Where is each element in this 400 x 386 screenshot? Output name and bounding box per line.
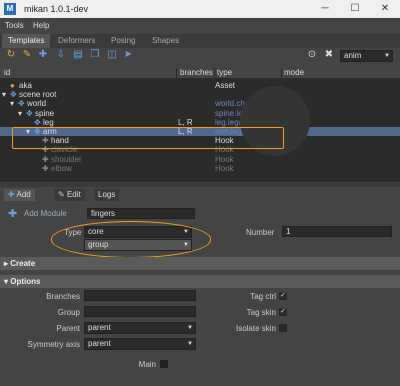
tree-header: id branches type mode bbox=[0, 66, 400, 80]
tree-row[interactable]: ✚ elbow Hook bbox=[0, 164, 400, 173]
title-bar: M mikan 1.0.1-dev ─ ☐ ✕ bbox=[0, 0, 400, 18]
tab-edit[interactable]: ✎ Edit bbox=[54, 189, 85, 201]
isolate-skin-checkbox[interactable] bbox=[279, 324, 287, 332]
minimize-button[interactable]: ─ bbox=[310, 0, 340, 18]
highlight-box bbox=[12, 127, 284, 149]
module-icon: ✥ bbox=[18, 99, 25, 109]
tab-posing[interactable]: Posing bbox=[105, 34, 141, 48]
expand-arrow-icon[interactable]: ▾ bbox=[18, 109, 22, 118]
symmetry-axis-label: Symmetry axis bbox=[27, 340, 80, 349]
tree-row-branches: L, R bbox=[178, 117, 193, 127]
tab-templates[interactable]: Templates bbox=[2, 34, 51, 48]
tree-row[interactable]: ▾ ✥ scene root bbox=[0, 90, 400, 99]
module-icon: ✥ bbox=[34, 117, 41, 127]
duplicate-icon[interactable]: ❐ bbox=[89, 49, 101, 61]
asset-icon: ● bbox=[10, 81, 15, 90]
tree-row[interactable]: ✚ shoulder Hook bbox=[0, 155, 400, 164]
tree-row-id: shoulder bbox=[51, 154, 82, 164]
select-icon[interactable]: ➤ bbox=[122, 49, 134, 61]
tag-skin-label: Tag skin bbox=[246, 308, 276, 317]
tab-shapes[interactable]: Shapes bbox=[146, 34, 185, 48]
chevron-down-icon: ▼ bbox=[384, 53, 390, 59]
tab-add[interactable]: ✚ Add bbox=[4, 189, 35, 201]
tree-row-type: Asset bbox=[215, 81, 236, 90]
hook-node-icon: ✚ bbox=[42, 154, 49, 164]
tree-row-id: leg bbox=[43, 117, 54, 127]
parent-select[interactable]: parent ▼ bbox=[84, 322, 196, 334]
close-button[interactable]: ✕ bbox=[370, 0, 400, 18]
group-input[interactable] bbox=[84, 306, 196, 317]
tree-row-id: spine bbox=[35, 108, 55, 118]
column-mode[interactable]: mode bbox=[284, 68, 304, 77]
tree-row[interactable]: ✥ leg L, Rleg.legacy bbox=[0, 118, 400, 127]
number-label: Number bbox=[246, 228, 275, 237]
app-icon: M bbox=[4, 3, 16, 15]
tree-row-type: Hook bbox=[215, 163, 234, 173]
menu-bar: Tools Help bbox=[0, 18, 400, 34]
tree-row[interactable]: ▾ ✥ world world.character bbox=[0, 99, 400, 108]
group-label: Group bbox=[57, 308, 80, 317]
tag-ctrl-label: Tag ctrl bbox=[250, 292, 276, 301]
expand-arrow-icon: ▸ bbox=[4, 259, 9, 268]
template-tree: ● aka Asset ▾ ✥ scene root ▾ ✥ world world.charac… bbox=[0, 66, 400, 182]
expand-arrow-icon[interactable]: ▾ bbox=[10, 99, 14, 108]
tree-row-id: aka bbox=[19, 81, 32, 90]
branches-label: Branches bbox=[46, 292, 80, 301]
parent-label: Parent bbox=[56, 324, 80, 333]
number-input[interactable]: 1 bbox=[282, 226, 392, 237]
tree-row[interactable]: ▾ ✥ spine spine.legacy bbox=[0, 109, 400, 118]
section-options[interactable]: ▾ Options bbox=[0, 275, 400, 288]
tree-row[interactable]: ● aka Asset bbox=[0, 81, 400, 90]
column-branches[interactable]: branches bbox=[180, 68, 213, 77]
export-icon[interactable]: ▤ bbox=[72, 49, 84, 61]
tree-row-type: Hook bbox=[215, 154, 234, 164]
collapse-arrow-icon: ▾ bbox=[4, 277, 9, 286]
tree-row-id: scene root bbox=[19, 90, 57, 100]
hook-icon[interactable]: ⊙ bbox=[306, 49, 318, 61]
add-module-label: Add Module bbox=[24, 209, 67, 218]
brush-icon[interactable]: ✎ bbox=[21, 49, 33, 61]
branches-input[interactable] bbox=[84, 290, 196, 301]
menu-help[interactable]: Help bbox=[33, 21, 49, 30]
tools-icon[interactable]: ✖ bbox=[323, 49, 335, 61]
splitter[interactable] bbox=[0, 183, 400, 187]
window-title: mikan 1.0.1-dev bbox=[24, 4, 89, 14]
main-label: Main bbox=[138, 360, 156, 369]
module-icon: ✥ bbox=[26, 108, 33, 118]
edit-icon: ✎ bbox=[58, 190, 67, 199]
isolate-skin-label: Isolate skin bbox=[235, 324, 276, 333]
highlight-ellipse bbox=[51, 221, 211, 258]
main-tabs: Templates Deformers Posing Shapes bbox=[0, 34, 400, 48]
tree-row-id: world bbox=[27, 99, 47, 109]
tab-logs[interactable]: Logs bbox=[94, 189, 120, 201]
module-icon: ✥ bbox=[10, 90, 17, 100]
module-name-input[interactable]: fingers bbox=[87, 208, 195, 219]
maximize-button[interactable]: ☐ bbox=[340, 0, 370, 18]
tag-ctrl-checkbox[interactable]: ✓ bbox=[279, 292, 287, 300]
import-icon[interactable]: ⇩ bbox=[55, 49, 67, 61]
hook-node-icon: ✚ bbox=[42, 163, 49, 173]
symmetry-axis-select[interactable]: parent ▼ bbox=[84, 338, 196, 350]
tab-deformers[interactable]: Deformers bbox=[52, 34, 101, 48]
add-icon[interactable]: ✚ bbox=[37, 49, 49, 61]
chevron-down-icon: ▼ bbox=[187, 325, 193, 331]
mode-select[interactable]: anim ▼ bbox=[340, 50, 393, 62]
tree-row-id: elbow bbox=[51, 163, 72, 173]
tag-skin-checkbox[interactable]: ✓ bbox=[279, 308, 287, 316]
menu-tools[interactable]: Tools bbox=[5, 21, 24, 30]
refresh-icon[interactable]: ↻ bbox=[5, 49, 17, 61]
toolbar: ↻ ✎ ✚ ⇩ ▤ ❐ ◫ ➤ ⊙ ✖ anim ▼ bbox=[0, 48, 400, 64]
column-type[interactable]: type bbox=[217, 68, 232, 77]
main-checkbox[interactable] bbox=[160, 360, 168, 368]
add-module-icon[interactable]: ✚ bbox=[8, 207, 17, 220]
section-create[interactable]: ▸ Create bbox=[0, 257, 400, 270]
layers-icon[interactable]: ◫ bbox=[106, 49, 118, 61]
column-id[interactable]: id bbox=[4, 68, 10, 77]
mode-select-value: anim bbox=[344, 51, 362, 60]
chevron-down-icon: ▼ bbox=[187, 341, 193, 347]
expand-arrow-icon[interactable]: ▾ bbox=[2, 90, 6, 99]
